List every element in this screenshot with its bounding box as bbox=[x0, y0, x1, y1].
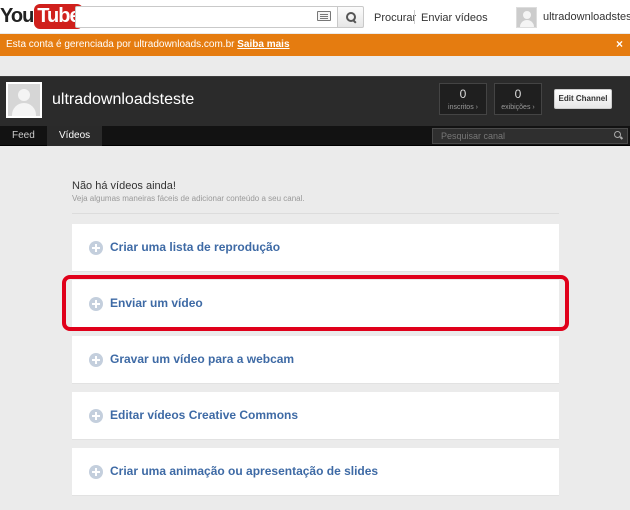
plus-circle-icon bbox=[89, 409, 103, 423]
keyboard-icon[interactable] bbox=[317, 11, 331, 21]
search-icon[interactable] bbox=[614, 131, 623, 140]
action-create-animation[interactable]: Criar uma animação ou apresentação de sl… bbox=[72, 448, 559, 496]
views-label: exibições › bbox=[501, 104, 535, 111]
action-label[interactable]: Criar uma animação ou apresentação de sl… bbox=[110, 464, 378, 478]
search-icon bbox=[345, 12, 356, 22]
divider bbox=[72, 213, 559, 214]
user-name: ultradownloadsteste bbox=[543, 11, 630, 23]
views-count: 0 bbox=[514, 87, 522, 101]
channel-search-input[interactable] bbox=[433, 129, 608, 143]
empty-state-title: Não há vídeos ainda! bbox=[72, 180, 176, 192]
nav-procurar-link[interactable]: Procurar bbox=[374, 12, 416, 24]
action-label[interactable]: Criar uma lista de reprodução bbox=[110, 240, 280, 254]
managed-account-alert: Esta conta é gerenciada por ultradownloa… bbox=[0, 34, 630, 56]
user-menu[interactable]: ultradownloadsteste bbox=[516, 6, 630, 28]
highlight-annotation bbox=[62, 275, 569, 331]
alert-message: Esta conta é gerenciada por ultradownloa… bbox=[6, 39, 290, 50]
search-button[interactable] bbox=[338, 6, 364, 28]
plus-circle-icon bbox=[89, 241, 103, 255]
alert-learn-more-link[interactable]: Saiba mais bbox=[237, 39, 289, 50]
tab-videos[interactable]: Vídeos bbox=[47, 126, 103, 146]
nav-enviar-videos-link[interactable]: Enviar vídeos bbox=[421, 12, 488, 24]
channel-search-box bbox=[432, 128, 628, 144]
edit-channel-button[interactable]: Edit Channel bbox=[554, 89, 612, 109]
action-create-playlist[interactable]: Criar uma lista de reprodução bbox=[72, 224, 559, 272]
action-record-webcam[interactable]: Gravar um vídeo para a webcam bbox=[72, 336, 559, 384]
youtube-logo[interactable]: You Tube bbox=[0, 4, 83, 29]
subscribers-count: 0 bbox=[459, 87, 467, 101]
channel-title: ultradownloadsteste bbox=[52, 91, 195, 108]
channel-header: ultradownloadsteste 0 inscritos › 0 exib… bbox=[0, 76, 630, 126]
nav-divider bbox=[414, 10, 415, 24]
user-avatar bbox=[516, 6, 537, 28]
action-edit-creative-commons[interactable]: Editar vídeos Creative Commons bbox=[72, 392, 559, 440]
masthead: You Tube Procurar Enviar vídeos ultradow… bbox=[0, 0, 630, 33]
action-label[interactable]: Editar vídeos Creative Commons bbox=[110, 408, 298, 422]
channel-avatar[interactable] bbox=[6, 82, 42, 118]
close-icon[interactable]: × bbox=[616, 38, 623, 50]
plus-circle-icon bbox=[89, 353, 103, 367]
action-label[interactable]: Gravar um vídeo para a webcam bbox=[110, 352, 294, 366]
channel-tabs: Feed Vídeos bbox=[0, 126, 630, 146]
views-stat[interactable]: 0 exibições › bbox=[494, 83, 542, 115]
subscribers-stat[interactable]: 0 inscritos › bbox=[439, 83, 487, 115]
alert-text: Esta conta é gerenciada por ultradownloa… bbox=[6, 39, 235, 50]
subscribers-label: inscritos › bbox=[448, 104, 478, 111]
empty-state-subtitle: Veja algumas maneiras fáceis de adiciona… bbox=[72, 194, 305, 203]
plus-circle-icon bbox=[89, 465, 103, 479]
logo-you-text: You bbox=[0, 5, 34, 27]
tab-feed[interactable]: Feed bbox=[0, 126, 47, 146]
search-input[interactable] bbox=[75, 6, 338, 28]
main-content: Não há vídeos ainda! Veja algumas maneir… bbox=[0, 147, 630, 510]
